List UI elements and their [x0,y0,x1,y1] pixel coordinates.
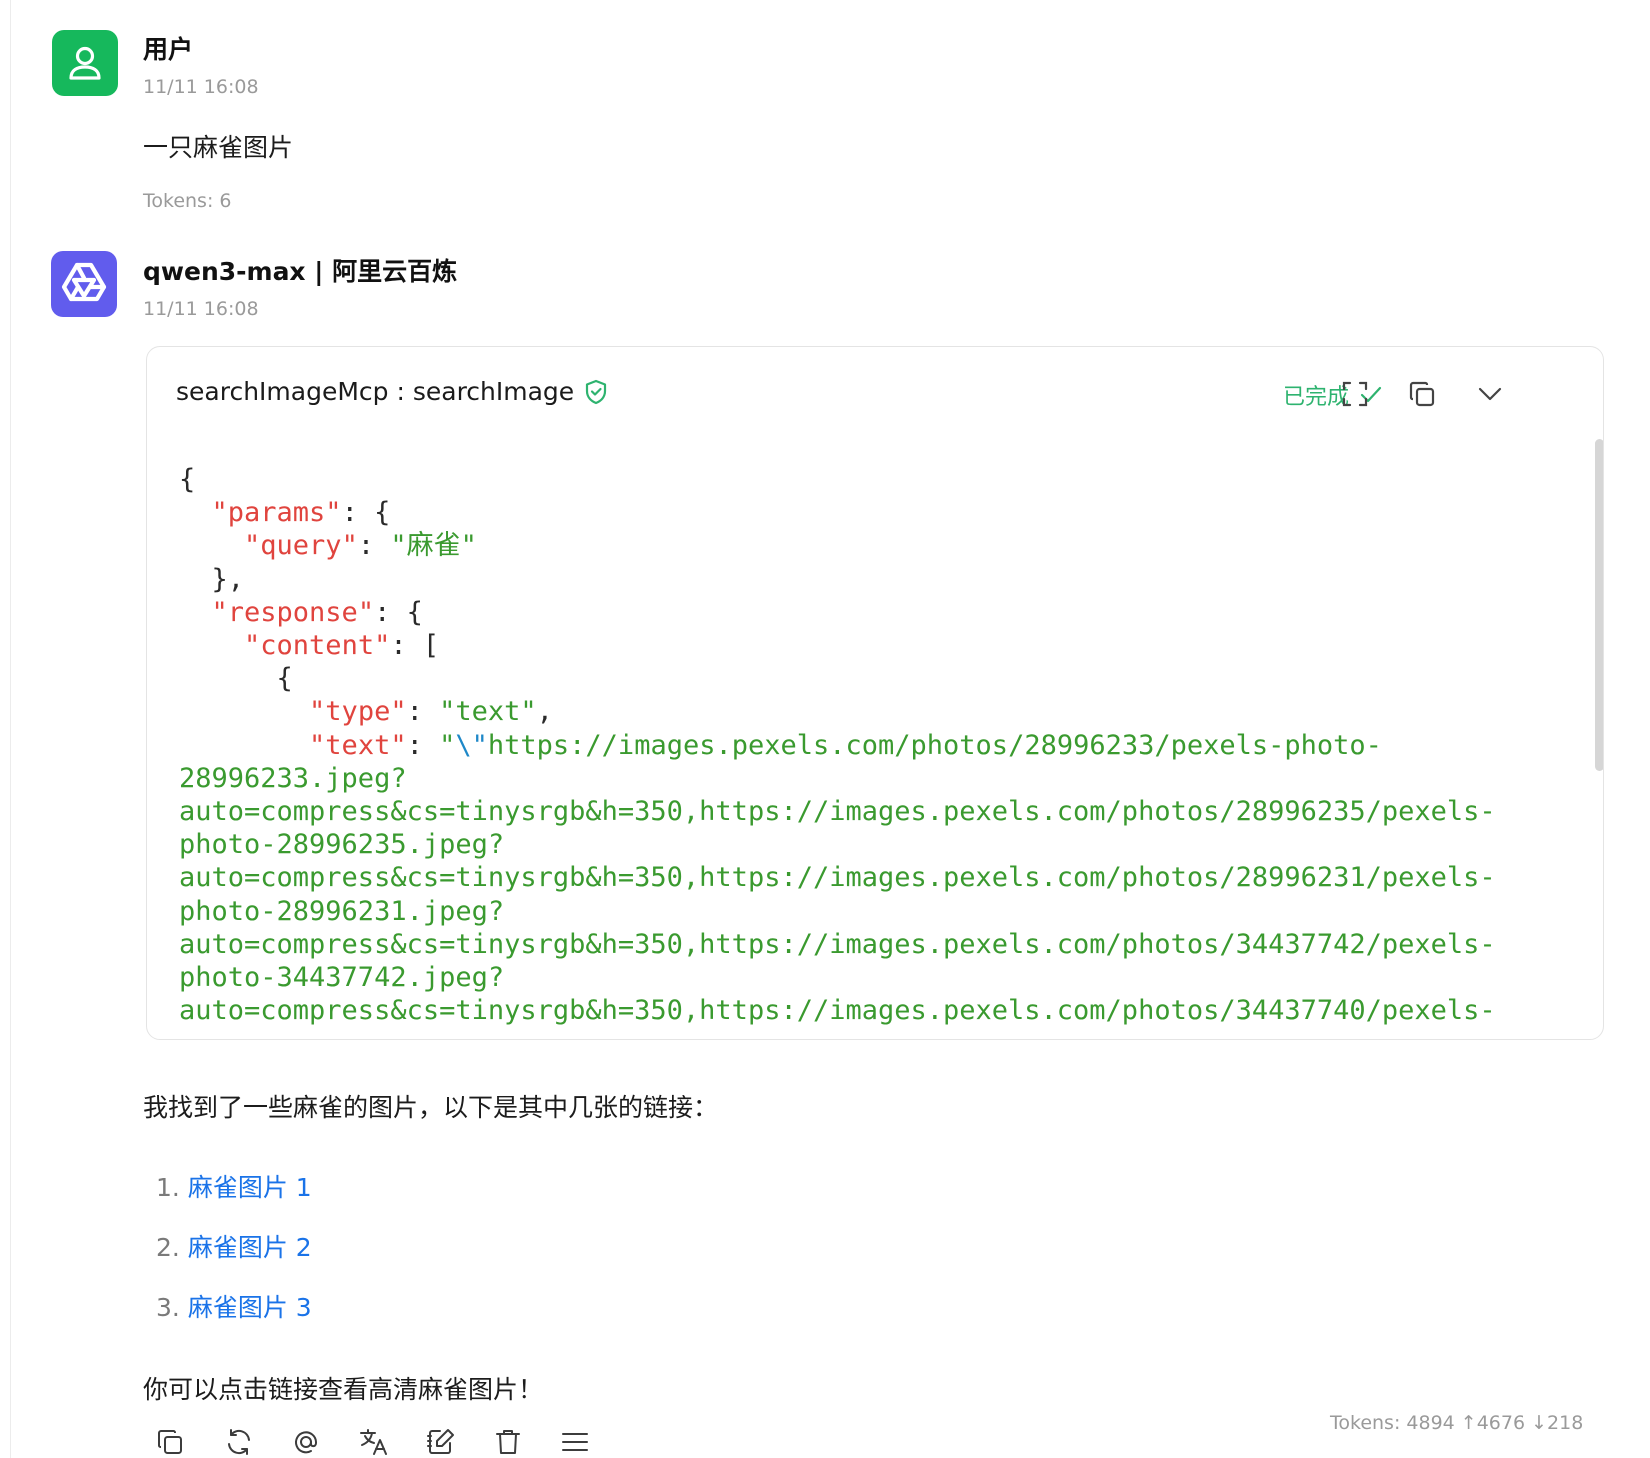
assistant-name: qwen3-max | 阿里云百炼 [143,257,458,286]
copy-message-button[interactable] [150,1422,190,1458]
sparrow-image-link-2[interactable]: 麻雀图片 2 [188,1233,312,1262]
delete-message-button[interactable] [488,1422,528,1458]
code-scrollbar-thumb[interactable] [1595,439,1603,771]
assistant-token-count: Tokens: 4894 ↑4676 ↓218 [1330,1412,1584,1434]
shield-check-icon [586,379,607,404]
delete-icon [496,1430,520,1454]
mention-icon [295,1431,317,1454]
mention-button[interactable] [286,1422,326,1458]
copy-icon [158,1430,182,1454]
expand-fullscreen-button[interactable] [1338,377,1372,411]
list-item: 1. 麻雀图片 1 [156,1173,312,1202]
user-message-text: 一只麻雀图片 [143,133,294,162]
assistant-outro-text: 你可以点击链接查看高清麻雀图片！ [143,1375,544,1404]
left-border [10,0,11,1458]
user-icon [69,46,101,80]
list-item: 3. 麻雀图片 3 [156,1293,312,1322]
edit-icon [427,1429,454,1454]
assistant-avatar[interactable] [51,251,117,317]
tool-json-output: { "params": { "query": "麻雀" }, "response… [179,464,1496,1027]
qwen-logo-icon [61,262,107,302]
copy-icon [1409,381,1435,407]
tool-name: searchImageMcp : searchImage [176,377,575,406]
regenerate-button[interactable] [219,1422,259,1458]
regenerate-icon [228,1429,250,1455]
edit-message-button[interactable] [421,1422,461,1458]
chevron-down-icon [1478,387,1502,401]
user-name: 用户 [143,35,194,64]
user-token-count: Tokens: 6 [143,190,232,212]
tool-call-header[interactable]: searchImageMcp : searchImage 已完成 [147,347,1603,439]
tool-call-card: searchImageMcp : searchImage 已完成 {"para… [146,346,1604,1040]
assistant-timestamp: 11/11 16:08 [143,298,259,320]
assistant-intro-text: 我找到了一些麻雀的图片，以下是其中几张的链接： [143,1093,719,1122]
translate-icon [360,1429,387,1455]
more-menu-icon [562,1433,588,1451]
fullscreen-icon [1342,381,1368,407]
user-timestamp: 11/11 16:08 [143,76,259,98]
tool-call-title: searchImageMcp : searchImage [176,377,608,406]
user-avatar[interactable] [52,30,118,96]
more-menu-button[interactable] [555,1422,595,1458]
translate-button[interactable] [354,1422,394,1458]
collapse-tool-button[interactable] [1473,377,1507,411]
sparrow-image-link-1[interactable]: 麻雀图片 1 [188,1173,312,1202]
copy-tool-output-button[interactable] [1405,377,1439,411]
list-item: 2. 麻雀图片 2 [156,1233,312,1262]
sparrow-image-link-3[interactable]: 麻雀图片 3 [188,1293,312,1322]
